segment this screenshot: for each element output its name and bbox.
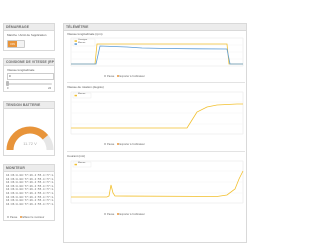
consigne-label: Vitesse longitudinale xyxy=(7,68,35,72)
chart1-legend-consigne: Consigne xyxy=(78,39,88,41)
panel-header: Consigne de vitesse (rpm) xyxy=(4,59,55,66)
slider-max: 24 xyxy=(48,87,51,90)
legend-mesure-swatch xyxy=(74,163,77,166)
panel-header: Moniteur xyxy=(4,165,54,172)
consigne-panel: Consigne de vitesse (rpm) Vitesse longit… xyxy=(3,58,55,92)
chart-separator xyxy=(67,82,245,83)
speed-slider-handle[interactable] xyxy=(6,81,9,86)
chart3-export-button[interactable]: Exporter à l'ordinateur xyxy=(116,213,145,216)
pause-dot-icon xyxy=(7,216,9,219)
tension-panel: Tension batterie 11.72 V xyxy=(3,101,55,156)
demarrage-label: Marche / Arrêt de l'application xyxy=(7,33,47,37)
chart2-legend-mesure: Mesure xyxy=(78,93,86,96)
export-dot-icon xyxy=(116,75,119,78)
chart3-pause-button[interactable]: Pause xyxy=(104,213,114,216)
speed-slider-track[interactable] xyxy=(7,83,52,85)
monitor-log: 16:36:0.00:77:26.4:55.4:77:1.81:1.85:716… xyxy=(6,174,55,206)
chart3-legend-mesure: Mesure xyxy=(78,162,86,165)
speed-input[interactable]: 0 xyxy=(7,73,54,80)
chart3-export-label: Exporter à l'ordinateur xyxy=(119,213,145,216)
chart2-controls: Pause Exporter à l'ordinateur xyxy=(104,143,145,146)
chart2-pause-button[interactable]: Pause xyxy=(104,143,114,146)
battery-value-unit: V xyxy=(34,141,37,146)
pause-dot-icon xyxy=(104,213,106,216)
chart2-export-button[interactable]: Exporter à l'ordinateur xyxy=(116,143,145,146)
clear-monitor-button[interactable]: Effacer le moniteur xyxy=(19,216,45,219)
legend-mesure-swatch xyxy=(74,43,77,45)
battery-value: 11.72 V xyxy=(4,141,54,146)
chart2-export-label: Exporter à l'ordinateur xyxy=(119,143,145,146)
chart-vitesse-rotation xyxy=(70,91,244,135)
chart3-pause-label: Pause xyxy=(107,213,115,216)
chart1-controls: Pause Exporter à l'ordinateur xyxy=(104,75,145,78)
chart3-title: Courant (mA) xyxy=(67,154,86,158)
chart2-title: Vitesse de rotation (degrés) xyxy=(67,85,104,89)
chart1-pause-label: Pause xyxy=(107,75,115,78)
on-off-toggle[interactable]: ON xyxy=(7,40,25,48)
chart1-pause-button[interactable]: Pause xyxy=(104,75,114,78)
moniteur-panel: Moniteur 16:36:0.00:77:26.4:55.4:77:1.81… xyxy=(3,164,55,221)
pause-label: Pause xyxy=(10,216,18,219)
clear-label: Effacer le moniteur xyxy=(22,216,45,219)
chart-separator xyxy=(67,151,245,152)
legend-mesure-swatch xyxy=(74,94,77,97)
monitor-legend: Pause Effacer le moniteur xyxy=(7,216,44,219)
chart2-pause-label: Pause xyxy=(107,143,115,146)
telemetrie-panel: Télémétrie Vitesse longitudinale (rpm) C… xyxy=(63,23,247,243)
panel-header: Tension batterie xyxy=(4,102,54,109)
slider-min: 0 xyxy=(7,87,9,90)
chart1-export-label: Exporter à l'ordinateur xyxy=(119,75,145,78)
battery-value-number: 11.72 xyxy=(23,141,33,146)
panel-header: Télémétrie xyxy=(64,24,246,31)
pause-dot-icon xyxy=(104,75,106,78)
chart-courant xyxy=(70,160,244,204)
gauge-fill xyxy=(6,126,49,151)
chart1-export-button[interactable]: Exporter à l'ordinateur xyxy=(116,75,145,78)
chart1-legend-mesure: Mesure xyxy=(78,42,86,44)
legend-consigne-swatch xyxy=(74,40,77,42)
panel-header: Démarrage xyxy=(4,24,54,31)
pause-button[interactable]: Pause xyxy=(7,216,17,219)
demarrage-panel: Démarrage Marche / Arrêt de l'applicatio… xyxy=(3,23,55,51)
speed-input-value: 0 xyxy=(9,74,11,78)
export-dot-icon xyxy=(116,143,119,146)
clear-dot-icon xyxy=(19,216,22,219)
monitor-line: 16:36:0.00:77:26.4:55.4:77:1.85:7.1:7 xyxy=(6,202,55,206)
export-dot-icon xyxy=(116,213,119,216)
chart-vitesse-longitudinale xyxy=(70,37,244,67)
toggle-on-label: ON xyxy=(8,41,17,47)
pause-dot-icon xyxy=(104,143,106,146)
chart3-controls: Pause Exporter à l'ordinateur xyxy=(104,213,145,216)
battery-gauge xyxy=(6,126,54,151)
